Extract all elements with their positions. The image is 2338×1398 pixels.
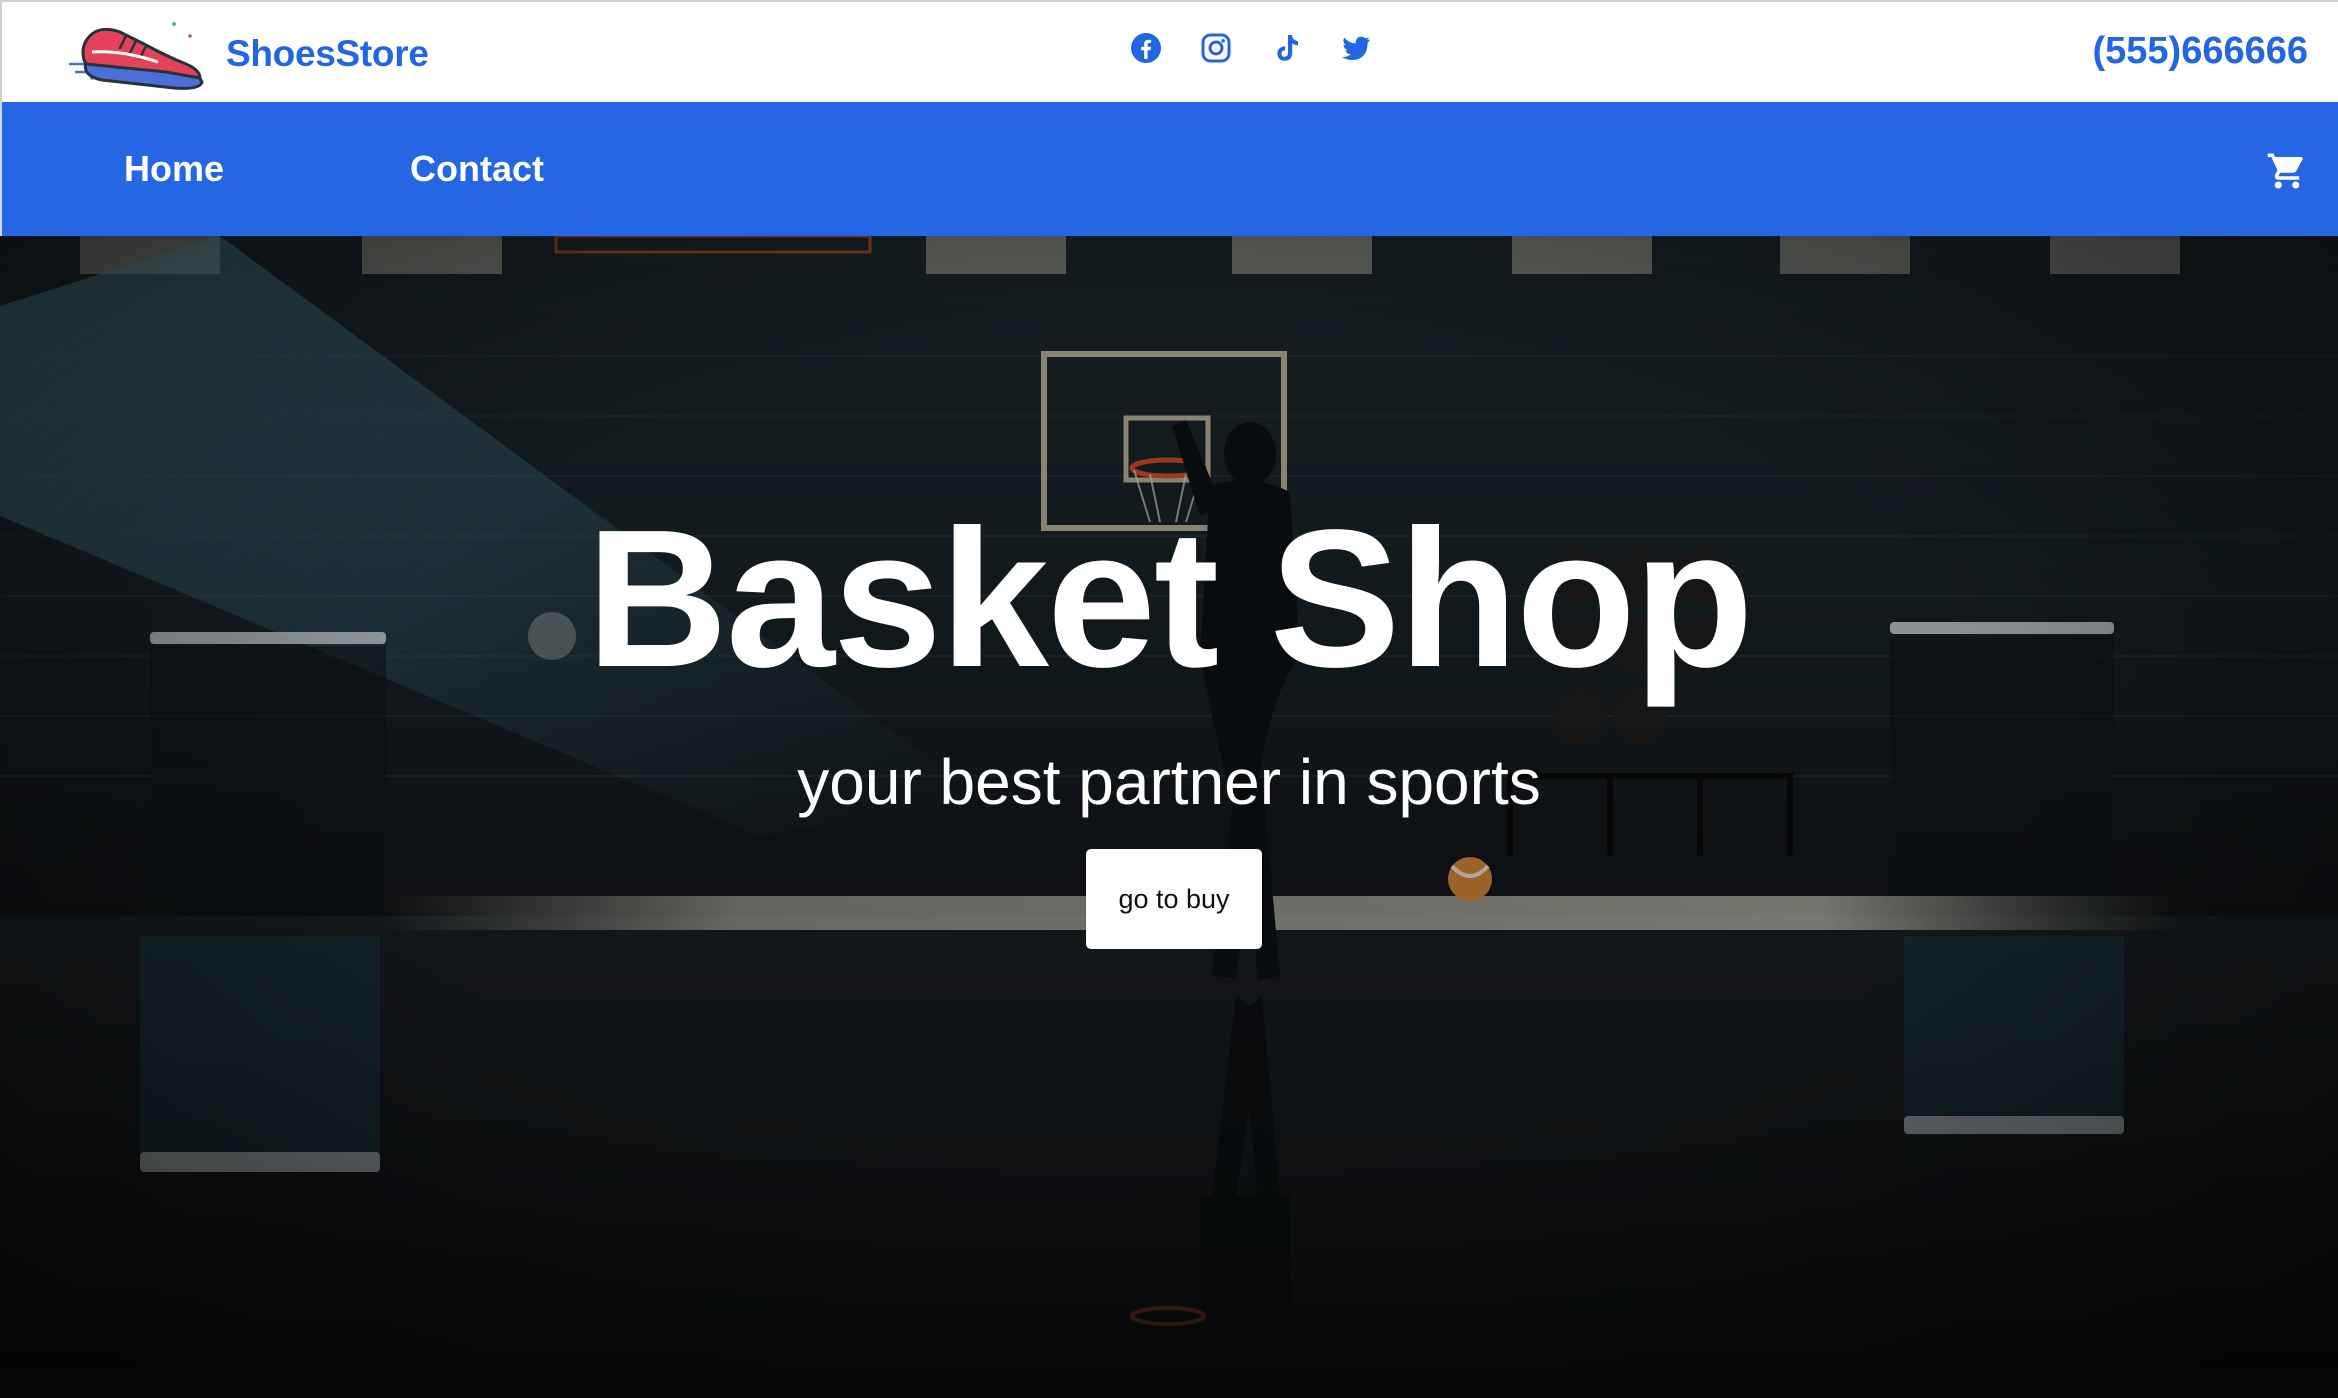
- hero-subtitle: your best partner in sports: [797, 746, 1541, 818]
- hero-section: Basket Shop your best partner in sports …: [0, 236, 2338, 1370]
- tiktok-link[interactable]: [1270, 32, 1302, 64]
- nav-home-link[interactable]: Home: [124, 148, 224, 190]
- shoe-logo-icon: [62, 14, 208, 94]
- nav-contact-link[interactable]: Contact: [410, 148, 544, 190]
- social-links: [1130, 32, 1372, 64]
- main-nav: Home Contact: [0, 102, 2338, 236]
- hero-title: Basket Shop: [586, 489, 1753, 708]
- go-to-buy-button[interactable]: go to buy: [1086, 849, 1262, 949]
- tiktok-icon: [1277, 35, 1298, 61]
- facebook-link[interactable]: [1130, 32, 1162, 64]
- instagram-link[interactable]: [1200, 32, 1232, 64]
- twitter-link[interactable]: [1340, 32, 1372, 64]
- top-header: ShoesStore (555)666666: [0, 0, 2338, 102]
- twitter-icon: [1342, 36, 1370, 60]
- brand-name: ShoesStore: [226, 33, 429, 74]
- instagram-icon: [1201, 33, 1231, 63]
- facebook-icon: [1131, 33, 1161, 63]
- page: ShoesStore (555)666666 Home Contact Bask…: [0, 0, 2338, 1398]
- cart-button[interactable]: [2266, 150, 2308, 192]
- cart-icon: [2267, 153, 2303, 189]
- phone-number: (555)666666: [2092, 30, 2308, 72]
- bottom-strip: [0, 1370, 2338, 1398]
- logo-link[interactable]: ShoesStore: [62, 14, 429, 94]
